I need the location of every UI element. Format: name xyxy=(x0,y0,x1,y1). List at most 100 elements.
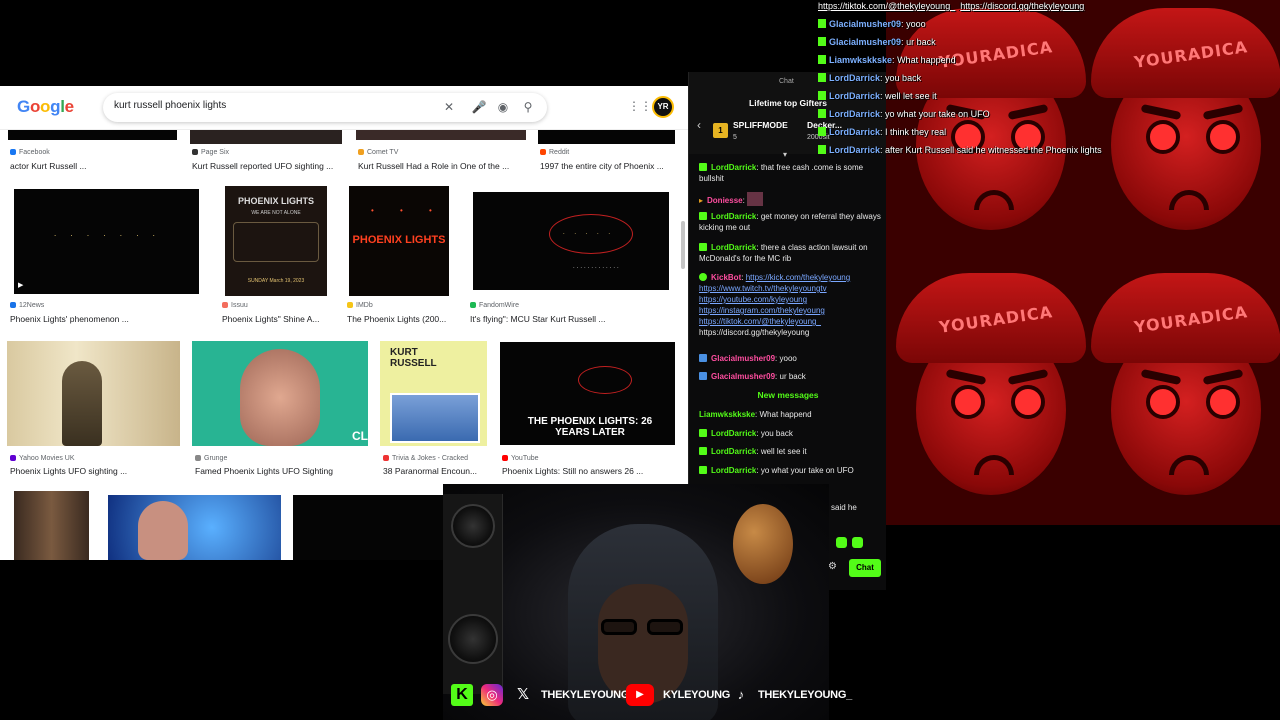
overlay-message: LordDarrick: well let see it xyxy=(818,91,937,101)
chat-message: LordDarrick: get money on referral they … xyxy=(699,212,881,232)
discord-link[interactable]: https://discord.gg/thekyleyoung xyxy=(699,328,809,337)
result-source[interactable]: 12News xyxy=(10,302,44,309)
image-thumbnail[interactable]: CL xyxy=(192,341,368,446)
balloon xyxy=(733,504,793,584)
instagram-icon: ◎ xyxy=(481,684,503,706)
result-source[interactable]: Comet TV xyxy=(358,149,398,156)
overlay-message: Liamwkskkske: What happend xyxy=(818,55,956,65)
microphone-icon[interactable]: 🎤 xyxy=(471,99,487,115)
overlay-message: Glacialmusher09: ur back xyxy=(818,37,936,47)
result-caption[interactable]: Phoenix Lights" Shine A... xyxy=(222,314,320,324)
result-source[interactable]: Page Six xyxy=(192,149,229,156)
chat-message: Glacialmusher09: ur back xyxy=(699,371,883,382)
x-icon: 𝕏 xyxy=(516,686,530,703)
kickbot-message: KickBot: https://kick.com/thekyleyoung h… xyxy=(699,273,851,337)
result-caption[interactable]: Phoenix Lights' phenomenon ... xyxy=(10,314,129,324)
result-source[interactable]: Yahoo Movies UK xyxy=(10,455,75,462)
gifter-count: 5 xyxy=(733,134,737,141)
kick-link[interactable]: https://kick.com/thekyleyoung xyxy=(746,273,851,282)
gifter-name[interactable]: SPLIFFMODE xyxy=(733,120,788,130)
image-thumbnail[interactable] xyxy=(108,495,281,560)
result-caption[interactable]: The Phoenix Lights (200... xyxy=(347,314,446,324)
result-caption[interactable]: 1997 the entire city of Phoenix ... xyxy=(540,161,664,171)
youtube-icon: ▶ xyxy=(626,684,654,706)
rank-badge: 1 xyxy=(713,123,728,138)
chat-message: LordDarrick: there a class action lawsui… xyxy=(699,243,868,263)
result-source[interactable]: Facebook xyxy=(10,149,50,156)
result-source[interactable]: Issuu xyxy=(222,302,248,309)
image-thumbnail[interactable]: . . . . . . . ▶ xyxy=(14,189,199,294)
clear-icon[interactable]: ✕ xyxy=(441,99,457,115)
tiktok-handle: THEKYLEYOUNG_ xyxy=(758,689,852,701)
image-thumbnail[interactable] xyxy=(356,130,526,140)
chat-send-button[interactable]: Chat xyxy=(849,559,881,577)
overlay-message: LordDarrick: you back xyxy=(818,73,921,83)
chat-message: LordDarrick: well let see it xyxy=(699,446,883,457)
result-caption[interactable]: Phoenix Lights: Still no answers 26 ... xyxy=(502,466,643,476)
chat-message-partial: said he xyxy=(831,503,857,512)
new-messages-indicator[interactable]: New messages xyxy=(689,390,886,400)
image-thumbnail[interactable] xyxy=(7,341,180,446)
twitch-link[interactable]: https://www.twitch.tv/thekyleyoungtv xyxy=(699,284,827,293)
imdb-thumbnail[interactable]: • • • PHOENIX LIGHTS xyxy=(349,186,449,296)
poster-thumbnail[interactable]: PHOENIX LIGHTS WE ARE NOT ALONE SUNDAY M… xyxy=(225,186,327,296)
emote-icon[interactable] xyxy=(836,537,847,548)
overlay-message: LordDarrick: after Kurt Russell said he … xyxy=(818,145,1102,155)
emote-icon[interactable] xyxy=(852,537,863,548)
search-icon[interactable]: ⚲ xyxy=(520,99,536,115)
image-thumbnail[interactable] xyxy=(190,130,342,144)
result-caption[interactable]: Kurt Russell Had a Role in One of the ..… xyxy=(358,161,509,171)
tiktok-icon: ♪ xyxy=(737,687,745,702)
youtube-thumbnail[interactable]: THE PHOENIX LIGHTS: 26 YEARS LATER xyxy=(500,342,675,445)
instagram-link[interactable]: https://instagram.com/thekyleyoung xyxy=(699,306,825,315)
overlay-message: LordDarrick: yo what your take on UFO xyxy=(818,109,990,119)
youtube-handle: KYLEYOUNG xyxy=(663,689,730,701)
scrollbar[interactable] xyxy=(681,221,685,269)
result-caption[interactable]: It's flying": MCU Star Kurt Russell ... xyxy=(470,314,605,324)
result-caption[interactable]: 38 Paranormal Encoun... xyxy=(383,466,477,476)
result-caption[interactable]: Phoenix Lights UFO sighting ... xyxy=(10,466,127,476)
account-avatar[interactable]: YR xyxy=(652,96,674,118)
glasses xyxy=(601,619,685,637)
chat-message: LordDarrick: yo what your take on UFO xyxy=(699,465,883,476)
result-source[interactable]: Trivia & Jokes - Cracked xyxy=(383,455,468,462)
kick-icon: K xyxy=(451,684,473,706)
image-thumbnail[interactable]: . . . . . ............. xyxy=(473,192,669,290)
magazine-thumbnail[interactable]: KURT RUSSELL xyxy=(380,341,487,446)
overlay-message: Glacialmusher09: yooo xyxy=(818,19,926,29)
image-thumbnail[interactable] xyxy=(14,491,89,560)
image-thumbnail[interactable] xyxy=(538,130,675,144)
chat-message: LordDarrick: you back xyxy=(699,428,883,439)
tiktok-link[interactable]: https://tiktok.com/@thekyleyoung_ xyxy=(699,317,821,326)
cartoon-face: YOURADICA xyxy=(896,0,1086,240)
result-source[interactable]: YouTube xyxy=(502,455,539,462)
image-thumbnail[interactable] xyxy=(8,130,177,140)
chevron-down-icon[interactable]: ▾ xyxy=(783,150,787,159)
result-caption[interactable]: actor Kurt Russell ... xyxy=(10,161,87,171)
result-source[interactable]: Reddit xyxy=(540,149,569,156)
result-source[interactable]: Grunge xyxy=(195,455,227,462)
overlay-message: LordDarrick: I think they real xyxy=(818,127,946,137)
result-caption[interactable]: Kurt Russell reported UFO sighting ... xyxy=(192,161,333,171)
chevron-left-icon[interactable]: ‹ xyxy=(697,118,701,132)
search-input[interactable]: kurt russell phoenix lights xyxy=(114,100,226,111)
chat-message: Liamwkskkske: What happend xyxy=(699,410,812,419)
social-bar: K ◎ 𝕏 THEKYLEYOUNG ▶ KYLEYOUNG ♪ THEKYLE… xyxy=(443,681,880,709)
google-logo[interactable]: Google xyxy=(17,97,74,117)
studio-speaker xyxy=(443,494,503,694)
result-caption[interactable]: Famed Phoenix Lights UFO Sighting xyxy=(195,466,333,476)
chat-message: Glacialmusher09: yooo xyxy=(699,353,883,364)
result-source[interactable]: FandomWire xyxy=(470,302,519,309)
x-handle: THEKYLEYOUNG xyxy=(541,689,630,701)
cartoon-face: YOURADICA xyxy=(896,255,1086,505)
result-source[interactable]: IMDb xyxy=(347,302,373,309)
image-thumbnail[interactable] xyxy=(293,495,443,560)
camera-icon[interactable]: ◉ xyxy=(495,99,511,115)
avatar-wallpaper: YOURADICA YOURADICA YOURADICA YOURADICA xyxy=(886,0,1280,525)
gear-icon[interactable]: ⚙ xyxy=(828,561,837,572)
youtube-link[interactable]: https://youtube.com/kyleyoung xyxy=(699,295,807,304)
chat-tab[interactable]: Chat xyxy=(779,78,794,85)
cartoon-face: YOURADICA xyxy=(1091,0,1280,240)
search-box[interactable]: kurt russell phoenix lights ✕ 🎤 ◉ ⚲ xyxy=(103,93,547,122)
overlay-links: https://tiktok.com/@thekyleyoung_ https:… xyxy=(818,1,1085,11)
